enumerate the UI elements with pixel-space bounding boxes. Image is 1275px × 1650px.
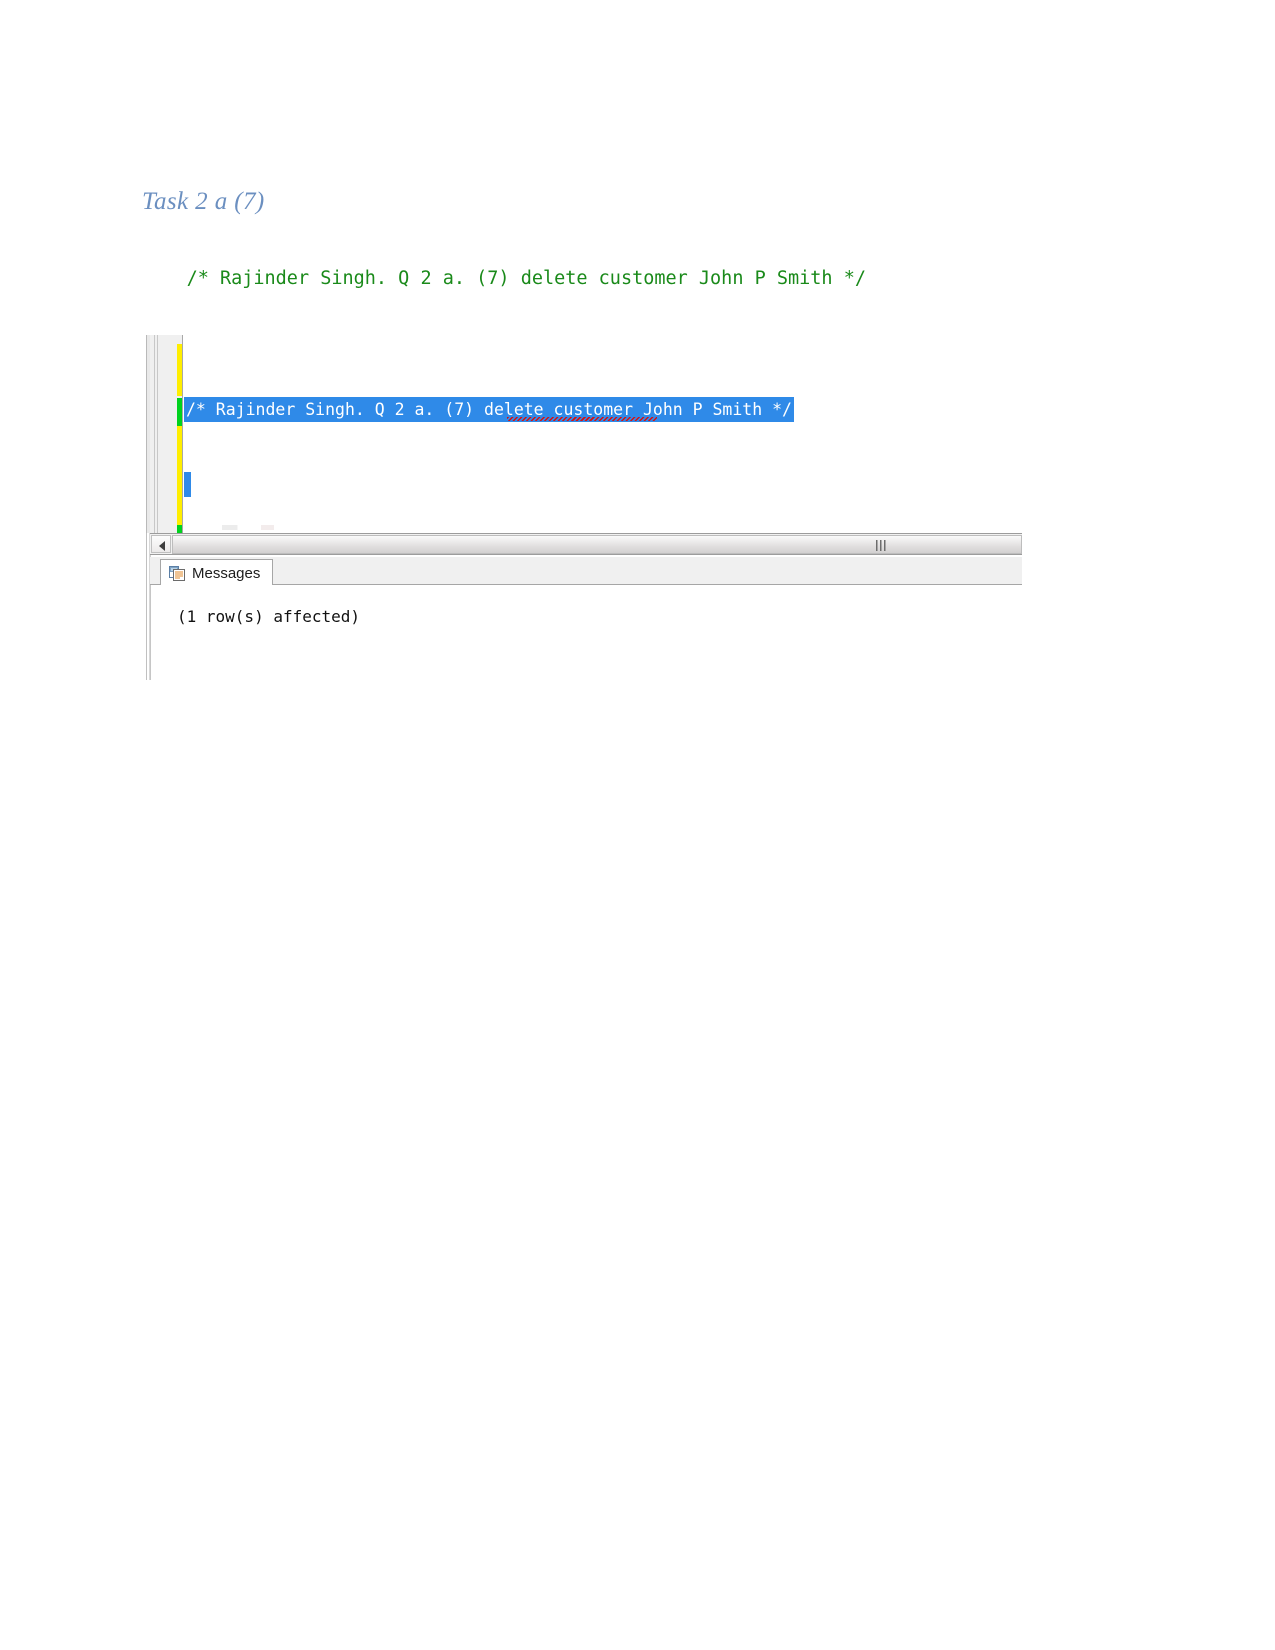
- editor-line-1-text: /* Rajinder Singh. Q 2 a. (7) delete cus…: [184, 397, 794, 422]
- gutter-rule-1: [154, 335, 155, 533]
- tab-messages-label: Messages: [192, 564, 261, 582]
- chevron-left-icon: [159, 541, 165, 551]
- scroll-left-button[interactable]: [151, 535, 171, 553]
- messages-icon: [169, 565, 185, 581]
- change-bar-unsaved-middle: [177, 426, 182, 526]
- scrollbar-track[interactable]: [172, 535, 1022, 554]
- editor-code-surface[interactable]: /* Rajinder Singh. Q 2 a. (7) delete cus…: [184, 335, 1022, 533]
- query-editor[interactable]: /* Rajinder Singh. Q 2 a. (7) delete cus…: [150, 335, 1022, 533]
- sql-comment-text: /* Rajinder Singh. Q 2 a. (7) delete cus…: [186, 267, 866, 289]
- syntax-error-squiggle: [507, 417, 657, 421]
- clipped-partial-line: [222, 525, 352, 530]
- editor-horizontal-scrollbar[interactable]: [150, 533, 1022, 555]
- change-bar-unsaved-top: [177, 344, 182, 396]
- messages-output-area[interactable]: (1 row(s) affected): [150, 585, 1022, 680]
- editor-line-2-selection: [184, 472, 191, 497]
- tab-messages[interactable]: Messages: [160, 559, 274, 586]
- change-bar-saved-lower: [177, 525, 182, 533]
- sql-comment-line: /* Rajinder Singh. Q 2 a. (7) delete cus…: [142, 244, 1102, 313]
- page-title: Task 2 a (7): [142, 188, 265, 215]
- editor-line-2[interactable]: [184, 472, 1022, 497]
- scrollbar-grip-icon: [876, 540, 887, 551]
- change-bar-saved-upper: [177, 398, 182, 426]
- results-tabstrip: Messages: [150, 557, 1022, 586]
- messages-output-text: (1 row(s) affected): [177, 607, 361, 626]
- ssms-screenshot: /* Rajinder Singh. Q 2 a. (7) delete cus…: [146, 335, 1022, 680]
- results-pane: Messages (1 row(s) affected): [150, 557, 1022, 680]
- gutter-rule-2: [157, 335, 158, 533]
- scrollbar-thumb[interactable]: [172, 535, 1022, 554]
